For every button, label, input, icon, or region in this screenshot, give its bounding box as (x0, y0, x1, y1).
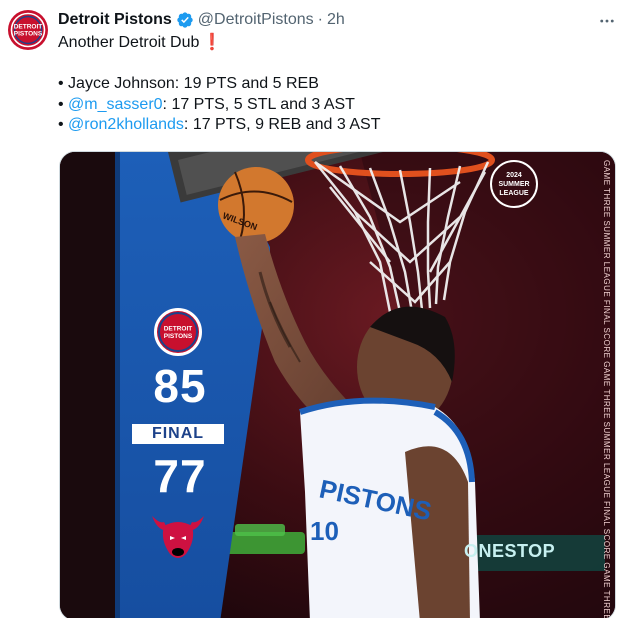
badge-line: SUMMER (498, 180, 530, 188)
separator: · (317, 11, 323, 28)
bulls-logo-icon (148, 510, 208, 567)
stat-text: Jayce Johnson: 19 PTS and 5 REB (68, 75, 319, 92)
stat-line: • Jayce Johnson: 19 PTS and 5 REB (58, 74, 618, 95)
side-caption: GAME THREE SUMMER LEAGUE FINAL SCORE GAM… (599, 160, 613, 618)
mention-link[interactable]: @ron2khollands (68, 116, 184, 133)
verified-badge-icon (176, 11, 194, 29)
tweet: DETROIT PISTONS Detroit Pistons @Detroit… (0, 0, 640, 618)
final-label: FINAL (132, 424, 224, 444)
badge-line: 2024 (506, 171, 522, 179)
home-score: 85 (153, 360, 207, 412)
timestamp[interactable]: 2h (327, 11, 345, 29)
exclamation-emoji: ❗ (202, 34, 223, 51)
stat-text: : 17 PTS, 5 STL and 3 AST (162, 95, 355, 113)
mention-link[interactable]: @m_sasser0 (68, 96, 163, 113)
stat-line: • @ron2khollands: 17 PTS, 9 REB and 3 AS… (58, 115, 618, 136)
away-score: 77 (153, 450, 207, 502)
tweet-header: Detroit Pistons @DetroitPistons · 2h (58, 9, 345, 31)
tweet-line-headline: Another Detroit Dub ❗ (58, 33, 618, 54)
more-options-icon[interactable] (596, 10, 618, 32)
summer-league-badge: 2024 SUMMER LEAGUE (490, 160, 538, 208)
bullet: • (58, 75, 69, 92)
pistons-logo-icon: DETROIT PISTONS (154, 308, 202, 356)
bullet: • (58, 116, 69, 133)
headline-text: Another Detroit Dub (58, 34, 200, 51)
pistons-logo-icon: DETROIT PISTONS (8, 10, 48, 50)
tweet-text: Another Detroit Dub ❗ • Jayce Johnson: 19… (58, 33, 618, 136)
logo-text-line2: PISTONS (14, 31, 43, 38)
arena-banner: ONESTOP (464, 541, 556, 561)
stat-line: • @m_sasser0: 17 PTS, 5 STL and 3 AST (58, 95, 618, 116)
side-caption-text: GAME THREE SUMMER LEAGUE FINAL SCORE GAM… (602, 160, 611, 618)
tweet-media-image[interactable]: WILSON PISTONS 10 DETROIT PISTONS 85 FIN… (59, 151, 616, 618)
jersey-number: 10 (310, 516, 339, 546)
bullet: • (58, 95, 69, 113)
logo-text-line2: PISTONS (164, 333, 193, 340)
stat-text: : 17 PTS, 9 REB and 3 AST (183, 116, 381, 133)
badge-line: LEAGUE (499, 189, 529, 197)
handle[interactable]: @DetroitPistons (198, 11, 314, 29)
display-name[interactable]: Detroit Pistons (58, 11, 172, 29)
avatar[interactable]: DETROIT PISTONS (8, 10, 48, 50)
logo-text-line1: DETROIT (14, 24, 43, 31)
logo-text-line1: DETROIT (164, 326, 193, 333)
